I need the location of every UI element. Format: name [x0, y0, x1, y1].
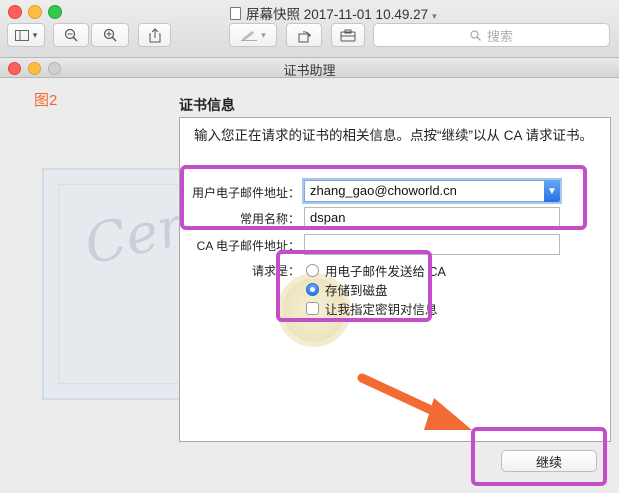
search-placeholder: 搜索	[486, 28, 513, 44]
annotation-arrow-icon	[357, 373, 472, 430]
zoom-out-button[interactable]	[53, 23, 89, 47]
highlight-options-box	[276, 250, 432, 322]
rotate-button[interactable]	[286, 23, 322, 47]
section-title: 证书信息	[179, 97, 235, 113]
highlight-continue-box	[471, 427, 607, 486]
document-title[interactable]: 屏幕快照 2017-11-01 10.49.27 ▾	[230, 3, 437, 23]
share-icon	[149, 27, 160, 42]
document-icon	[230, 7, 241, 20]
sidebar-icon	[14, 29, 29, 41]
rotate-icon	[298, 30, 310, 42]
markup-button[interactable]: ▾	[229, 23, 277, 47]
minimize-window-button[interactable]	[28, 5, 42, 19]
preview-toolbar: 屏幕快照 2017-11-01 10.49.27 ▾ ▾ ▾ 搜索	[0, 0, 619, 58]
markup-icon	[241, 31, 258, 41]
figure-annotation: 图2	[34, 92, 58, 109]
document-title-text: 屏幕快照 2017-11-01 10.49.27	[246, 7, 429, 22]
highlight-email-box	[180, 165, 587, 230]
assistant-title-bar: 证书助理	[0, 58, 619, 78]
zoom-out-icon	[64, 28, 78, 42]
toolbox-button[interactable]	[331, 23, 365, 47]
chevron-down-icon: ▾	[432, 11, 437, 21]
intro-text: 输入您正在请求的证书的相关信息。点按“继续”以从 CA 请求证书。	[194, 128, 594, 143]
close-window-button[interactable]	[8, 5, 22, 19]
chevron-down-icon: ▾	[32, 29, 38, 40]
search-field[interactable]: 搜索	[373, 23, 610, 47]
search-icon	[470, 29, 481, 41]
sidebar-view-button[interactable]: ▾	[7, 23, 45, 47]
chevron-down-icon: ▾	[261, 29, 266, 40]
zoom-in-icon	[103, 28, 117, 42]
zoom-in-button[interactable]	[91, 23, 129, 47]
toolbox-icon	[340, 29, 356, 41]
window-title: 证书助理	[283, 63, 336, 78]
zoom-window-button[interactable]	[48, 5, 62, 19]
share-button[interactable]	[138, 23, 171, 47]
